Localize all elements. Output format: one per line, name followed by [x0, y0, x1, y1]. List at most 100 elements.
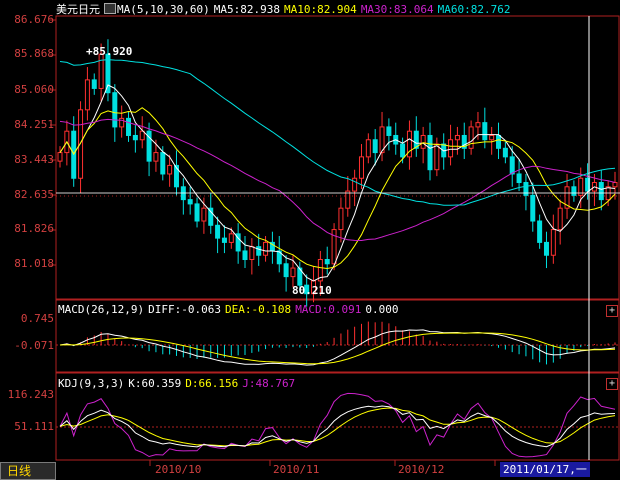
- kdj-k-line: [59, 405, 616, 448]
- kdj-y-tick: 116.243: [7, 388, 54, 401]
- candle-body: [228, 233, 234, 243]
- y-tick-label: 81.826: [14, 222, 54, 235]
- ma10-value: MA10:82.904: [283, 3, 357, 16]
- candle-body: [448, 139, 454, 158]
- candle-body: [263, 241, 269, 256]
- candle-body: [454, 134, 460, 141]
- period-selector-button[interactable]: 日线: [0, 462, 56, 480]
- macd-bar-value: MACD:0.091: [295, 303, 362, 316]
- candle-body: [598, 182, 604, 201]
- candle-body: [543, 241, 549, 256]
- candle-body: [153, 152, 159, 162]
- macd-expand-button[interactable]: +: [606, 305, 618, 317]
- ma5-value: MA5:82.938: [213, 3, 280, 16]
- candle-body: [98, 53, 104, 89]
- candle-body: [427, 134, 433, 171]
- kdj-layer: [59, 392, 616, 458]
- candle-body: [420, 134, 426, 149]
- candle-body: [468, 126, 474, 149]
- kdj-d-value: D:66.156: [185, 377, 239, 390]
- candle-body: [352, 177, 358, 192]
- candle-body: [434, 143, 440, 171]
- candle-body: [496, 134, 502, 149]
- candle-body: [550, 229, 556, 256]
- crosshair-cursor: [56, 16, 620, 460]
- macd-params[interactable]: MACD(26,12,9): [58, 303, 144, 316]
- candle-body: [386, 126, 392, 136]
- candle-body: [139, 130, 145, 141]
- x-tick-label: 2010/10: [155, 463, 202, 476]
- candle-body: [215, 224, 221, 239]
- candle-body: [221, 237, 227, 243]
- macd-dea-line: [59, 332, 616, 365]
- candle-body: [400, 143, 406, 158]
- y-tick-label: 85.060: [14, 83, 54, 96]
- macd-header: MACD(26,12,9) DIFF:-0.063 DEA:-0.108 MACD:0…: [58, 303, 403, 316]
- candle-body: [345, 190, 351, 209]
- macd-dea-value: DEA:-0.108: [224, 303, 292, 316]
- price-candles: [57, 39, 618, 307]
- candle-body: [324, 259, 330, 265]
- cursor-date-readout: 2011/01/17,一: [500, 462, 590, 477]
- low-marker: 80.210: [292, 284, 332, 297]
- candle-body: [571, 186, 577, 196]
- kdj-header: KDJ(9,3,3) K:60.359 D:66.156 J:48.767: [58, 377, 299, 390]
- moving-average-lines: [59, 59, 616, 282]
- candle-body: [201, 207, 207, 222]
- chart-stage[interactable]: 美元日元 MA(5,10,30,60) MA5:82.938 MA10:82.904 M…: [0, 0, 620, 480]
- candle-body: [290, 267, 296, 278]
- chart-canvas[interactable]: [0, 0, 620, 480]
- y-tick-label: 84.251: [14, 118, 54, 131]
- candle-body: [537, 220, 543, 243]
- kdj-expand-button[interactable]: +: [606, 378, 618, 390]
- y-tick-label: 86.676: [14, 13, 54, 26]
- candle-body: [283, 263, 289, 278]
- candle-body: [132, 134, 138, 141]
- y-tick-label: 85.868: [14, 47, 54, 60]
- macd-diff-value: DIFF:-0.063: [148, 303, 221, 316]
- symbol-name[interactable]: 美元日元: [56, 3, 100, 16]
- candle-body: [502, 147, 508, 158]
- kdj-k-value: K:60.359: [128, 377, 182, 390]
- candle-body: [475, 122, 481, 128]
- high-marker: +85.920: [86, 45, 133, 58]
- ma-params[interactable]: MA(5,10,30,60): [117, 3, 210, 16]
- candle-body: [160, 152, 166, 175]
- kdj-params[interactable]: KDJ(9,3,3): [58, 377, 124, 390]
- candle-body: [557, 207, 563, 231]
- macd-layer: [59, 321, 616, 366]
- candle-body: [365, 139, 371, 158]
- candle-body: [84, 79, 90, 111]
- y-tick-label: 81.018: [14, 257, 54, 270]
- candle-body: [242, 250, 248, 261]
- ma60-value: MA60:82.762: [437, 3, 511, 16]
- x-tick-label: 2010/11: [273, 463, 320, 476]
- candle-body: [358, 156, 364, 179]
- macd-extra-value: 0.000: [365, 303, 399, 316]
- indicator-switch-icon[interactable]: [104, 3, 116, 14]
- candle-body: [256, 246, 262, 256]
- macd-y-tick: -0.071: [14, 339, 54, 352]
- candle-body: [57, 152, 63, 162]
- candle-body: [338, 207, 344, 231]
- candle-body: [530, 194, 536, 222]
- candle-body: [78, 109, 84, 179]
- candle-body: [126, 117, 132, 136]
- candle-body: [112, 92, 118, 128]
- candle-body: [187, 199, 193, 205]
- kdj-j-line: [59, 392, 616, 458]
- ma5-line: [59, 84, 616, 282]
- candle-body: [249, 246, 255, 261]
- candle-body: [509, 156, 515, 175]
- kdj-j-value: J:48.767: [242, 377, 296, 390]
- x-tick-label: 2010/12: [398, 463, 445, 476]
- macd-y-tick: 0.745: [20, 312, 54, 325]
- main-header: 美元日元 MA(5,10,30,60) MA5:82.938 MA10:82.904 M…: [56, 3, 515, 16]
- ma30-value: MA30:83.064: [360, 3, 434, 16]
- candle-body: [612, 182, 618, 188]
- y-tick-label: 82.635: [14, 188, 54, 201]
- candle-body: [489, 134, 495, 141]
- candle-body: [372, 139, 378, 154]
- candle-body: [516, 173, 522, 184]
- macd-diff-line: [59, 329, 616, 366]
